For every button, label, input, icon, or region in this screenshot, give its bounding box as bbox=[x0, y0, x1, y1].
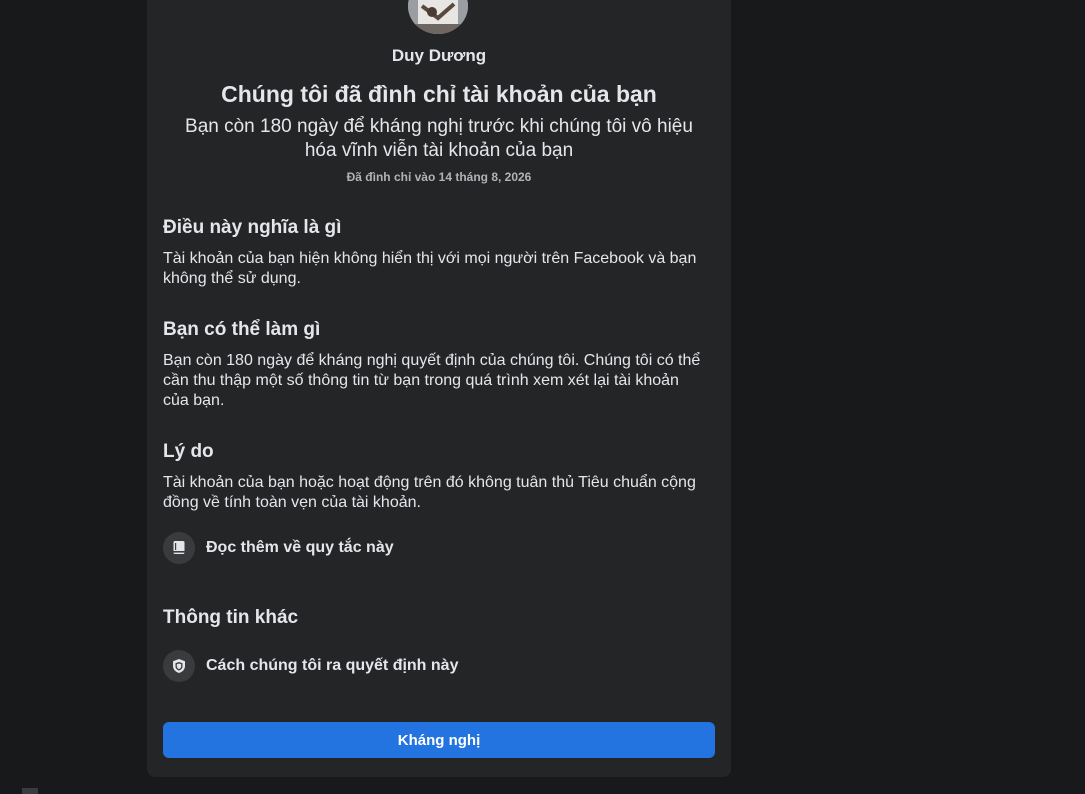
section-title-meaning: Điều này nghĩa là gì bbox=[163, 217, 342, 238]
suspension-date: Đã đình chỉ vào 14 tháng 8, 2026 bbox=[346, 170, 532, 184]
suspension-card: Duy Dương Chúng tôi đã đình chỉ tài khoả… bbox=[147, 0, 731, 777]
page-title: Chúng tôi đã đình chỉ tài khoản của bạn bbox=[221, 81, 657, 107]
section-title-other-info: Thông tin khác bbox=[163, 607, 299, 628]
page: Duy Dương Chúng tôi đã đình chỉ tài khoả… bbox=[0, 0, 1085, 794]
how-we-decided-link[interactable]: Cách chúng tôi ra quyết định này bbox=[163, 650, 458, 682]
read-more-rule-label: Đọc thêm về quy tắc này bbox=[206, 539, 394, 556]
how-we-decided-label: Cách chúng tôi ra quyết định này bbox=[206, 657, 459, 674]
read-more-rule-link[interactable]: Đọc thêm về quy tắc này bbox=[163, 532, 394, 564]
section-title-reason: Lý do bbox=[163, 441, 214, 462]
profile-photo-icon bbox=[408, 0, 468, 34]
profile-avatar bbox=[408, 0, 468, 34]
section-body-reason: Tài khoản của bạn hoặc hoạt động trên đó… bbox=[163, 474, 696, 511]
shield-icon bbox=[163, 650, 195, 682]
section-body-meaning: Tài khoản của bạn hiện không hiển thị vớ… bbox=[163, 250, 697, 287]
corner-fragment bbox=[22, 788, 38, 794]
section-title-what-you-can-do: Bạn có thể làm gì bbox=[163, 319, 321, 340]
appeal-deadline-text: Bạn còn 180 ngày để kháng nghị trước khi… bbox=[185, 116, 693, 161]
appeal-button[interactable]: Kháng nghị bbox=[163, 722, 715, 758]
book-icon bbox=[163, 532, 195, 564]
profile-name: Duy Dương bbox=[391, 46, 487, 65]
section-body-what-you-can-do: Bạn còn 180 ngày để kháng nghị quyết địn… bbox=[163, 352, 701, 409]
